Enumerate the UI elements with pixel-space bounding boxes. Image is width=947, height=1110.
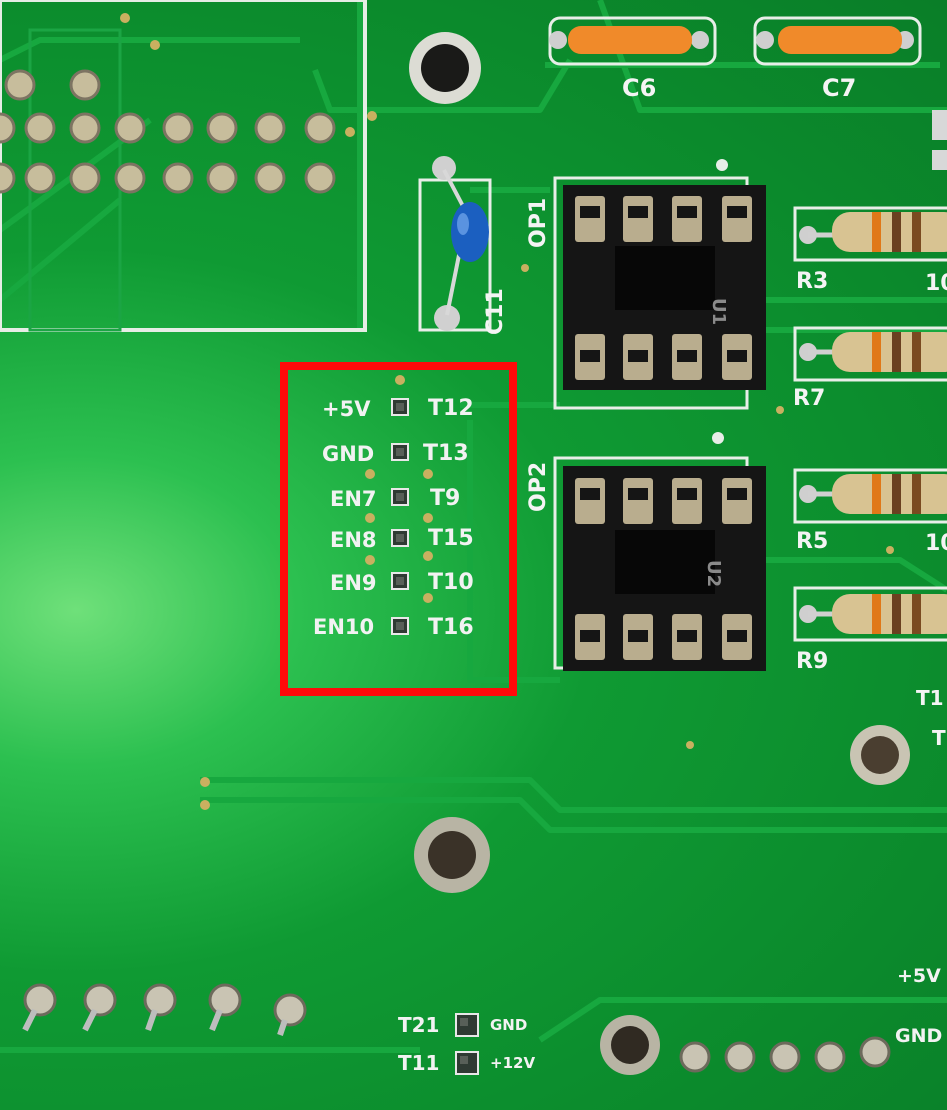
label-c11: C11 <box>483 288 508 335</box>
label-op1: OP1 <box>526 198 551 248</box>
label-r5: R5 <box>796 529 828 554</box>
header-pins <box>0 69 336 194</box>
label-right-5v: +5V <box>897 965 941 987</box>
label-t1-partial: T1 <box>916 686 944 710</box>
label-t21-net: GND <box>490 1016 528 1034</box>
capacitor-c11 <box>418 156 492 332</box>
label-c7: C7 <box>822 74 856 102</box>
socket-mark-op1: U1 <box>708 298 729 325</box>
label-right-gnd: GND <box>895 1025 943 1047</box>
resistor-r5 <box>793 468 947 524</box>
label-r3: R3 <box>796 269 828 294</box>
label-r3-value: 10 <box>925 271 947 296</box>
label-t21: T21 <box>398 1013 440 1037</box>
highlight-box <box>280 362 517 696</box>
tp-pad-t21[interactable] <box>455 1013 479 1037</box>
socket-op1 <box>553 159 766 410</box>
tp-pad-t11[interactable] <box>455 1051 479 1075</box>
label-c6: C6 <box>622 74 656 102</box>
label-op2: OP2 <box>526 462 551 512</box>
resistor-r3 <box>793 206 947 262</box>
socket-op2 <box>553 432 766 671</box>
capacitor-c7 <box>753 16 922 66</box>
resistor-r9 <box>793 586 947 642</box>
socket-mark-op2: U2 <box>703 560 724 587</box>
label-r5-value: 10 <box>925 531 947 556</box>
label-t11: T11 <box>398 1051 440 1075</box>
pcb-board: C6 C7 C11 OP1 OP2 U1 U2 R3 R7 R5 R9 10 1… <box>0 0 947 1110</box>
capacitor-c6 <box>548 16 717 66</box>
label-r9: R9 <box>796 649 828 674</box>
label-t-partial: T <box>932 726 946 750</box>
resistor-r7 <box>793 326 947 382</box>
label-r7: R7 <box>793 386 825 411</box>
label-t11-net: +12V <box>490 1054 536 1072</box>
